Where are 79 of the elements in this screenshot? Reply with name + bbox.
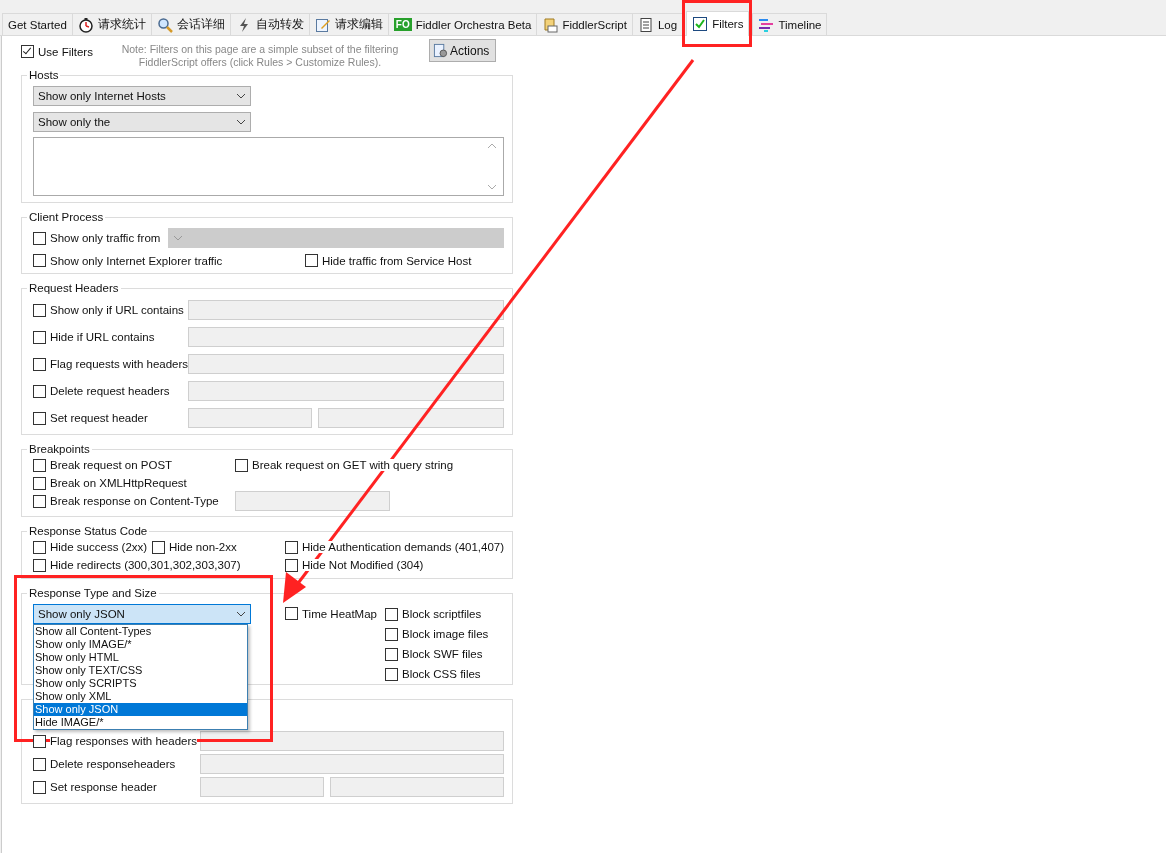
input-field[interactable] [330, 777, 504, 797]
tab[interactable]: FiddlerScript [536, 13, 633, 35]
group-title: Client Process [27, 210, 106, 224]
input-field[interactable] [318, 408, 504, 428]
document-gear-icon [432, 43, 448, 58]
tab[interactable]: Timeline [752, 13, 828, 35]
edit-icon [314, 16, 331, 33]
checkbox[interactable] [33, 494, 46, 508]
chevron-down-icon [236, 93, 246, 99]
checkbox[interactable] [285, 558, 298, 572]
tab[interactable]: Get Started [2, 13, 73, 35]
highlight-frame [682, 0, 753, 47]
checkbox[interactable] [305, 254, 318, 267]
checkbox[interactable] [33, 734, 46, 748]
input-field[interactable] [235, 491, 390, 511]
tab[interactable]: 请求统计 [71, 13, 152, 35]
checkbox[interactable] [285, 607, 298, 620]
stopwatch-icon [77, 16, 94, 33]
checkbox[interactable] [385, 627, 398, 641]
checkbox[interactable] [152, 540, 165, 554]
checkbox[interactable] [33, 303, 46, 317]
chevron-down-icon [173, 235, 183, 241]
input-field[interactable] [188, 381, 504, 401]
checkbox[interactable] [33, 254, 46, 267]
dropdown-option[interactable]: Show only JSON [34, 703, 247, 716]
chevron-down-icon [236, 119, 246, 125]
note-text: Note: Filters on this page are a simple subset of the filtering FiddlerScript offers (click Rules > Customize Rules). [120, 43, 400, 69]
dropdown-option[interactable]: Show only XML [34, 690, 247, 703]
dropdown-option[interactable]: Show all Content-Types [34, 625, 247, 638]
dropdown-option[interactable]: Hide IMAGE/* [34, 716, 247, 729]
orchestra-badge: FO [393, 18, 412, 31]
checkbox[interactable] [285, 540, 298, 554]
checkbox[interactable] [33, 780, 46, 794]
group-title: Response Status Code [27, 524, 150, 538]
group-title: Response Type and Size [27, 586, 159, 600]
checkbox[interactable] [385, 607, 398, 621]
document-icon [637, 16, 654, 33]
magnifier-icon [156, 16, 173, 33]
tab[interactable]: 会话详细 [150, 13, 231, 35]
actions-button[interactable]: Actions [428, 39, 496, 62]
dropdown-option[interactable]: Show only HTML [34, 651, 247, 664]
group-title: Request Headers [27, 281, 121, 295]
tab[interactable]: 请求编辑 [308, 13, 389, 35]
group-title: Hosts [27, 68, 61, 82]
checkbox-icon [692, 16, 709, 32]
input-field[interactable] [200, 754, 504, 774]
input-field[interactable] [200, 777, 324, 797]
tab[interactable]: Filters [686, 11, 750, 36]
checkbox[interactable] [33, 476, 46, 490]
checkbox[interactable] [33, 458, 46, 472]
group-title: Breakpoints [27, 442, 92, 456]
checkbox[interactable] [33, 540, 46, 554]
dropdown[interactable]: Show only the [33, 112, 251, 132]
dropdown-option[interactable]: Show only TEXT/CSS [34, 664, 247, 677]
tab[interactable]: 自动转发 [229, 13, 310, 35]
checkbox[interactable] [33, 357, 46, 371]
checkbox[interactable] [33, 384, 46, 398]
content-type-dropdown[interactable]: Show only JSON [33, 604, 251, 624]
input-field[interactable] [200, 731, 504, 751]
checkbox[interactable] [21, 45, 34, 58]
script-icon [542, 16, 559, 33]
checkbox[interactable] [33, 330, 46, 344]
timeline-icon [758, 16, 775, 33]
input-field[interactable] [188, 300, 504, 320]
checkbox[interactable] [33, 411, 46, 425]
dropdown-option[interactable]: Show only SCRIPTS [34, 677, 247, 690]
tab[interactable]: Log [631, 13, 684, 35]
input-field[interactable] [188, 354, 504, 374]
input-field[interactable] [188, 327, 504, 347]
input-field[interactable] [188, 408, 312, 428]
checkbox[interactable] [33, 558, 46, 572]
checkbox[interactable] [385, 647, 398, 661]
dropdown-option[interactable]: Show only IMAGE/* [34, 638, 247, 651]
checkbox[interactable] [235, 458, 248, 472]
checkbox[interactable] [33, 757, 46, 771]
checkbox[interactable] [33, 231, 46, 245]
checkbox[interactable] [385, 667, 398, 681]
dropdown[interactable]: Show only Internet Hosts [33, 86, 251, 106]
chevron-down-icon [236, 611, 246, 617]
